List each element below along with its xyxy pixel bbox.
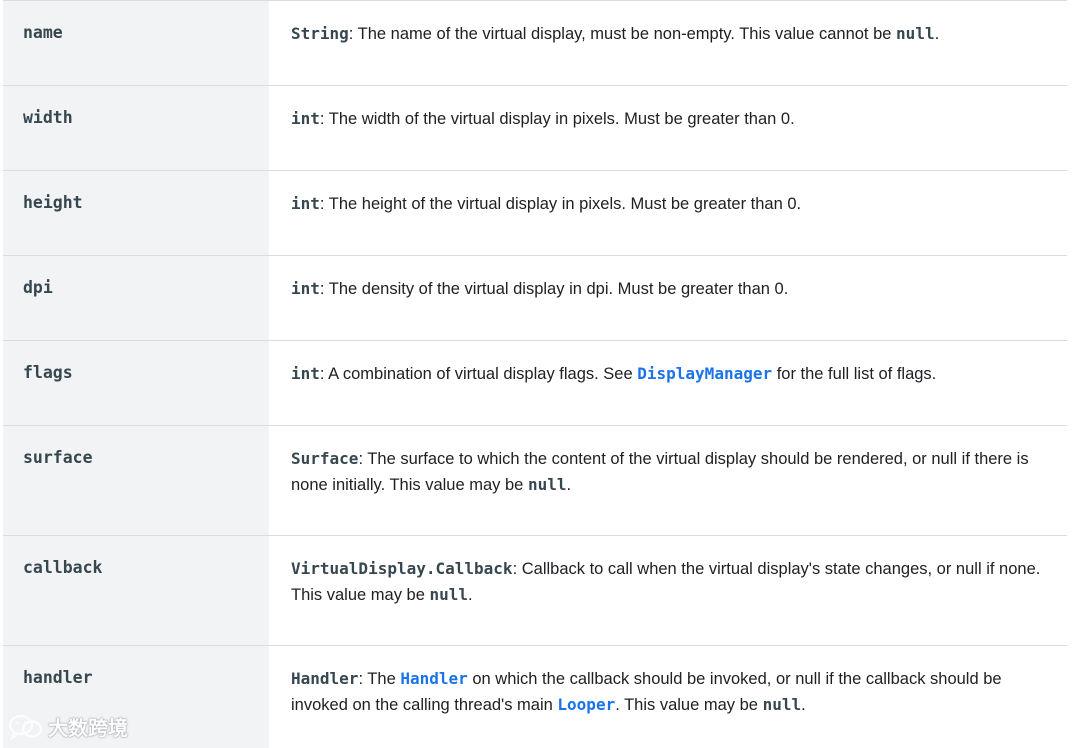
type-code: String (291, 24, 349, 43)
description-text: : The (358, 670, 401, 688)
null-code: null (527, 475, 567, 494)
type-code: int (291, 109, 320, 128)
description-text: . This value may be (615, 696, 763, 714)
param-description: int: The width of the virtual display in… (269, 86, 1067, 170)
param-row-surface: surface Surface: The surface to which th… (3, 426, 1067, 536)
param-name: dpi (3, 256, 269, 340)
null-code: null (762, 695, 802, 714)
description-text: : A combination of virtual display flags… (319, 365, 638, 383)
watermark: 大数跨境 (8, 712, 128, 741)
description-text: : The width of the virtual display in pi… (319, 110, 795, 128)
param-name: surface (3, 426, 269, 535)
param-description: Surface: The surface to which the conten… (269, 426, 1067, 535)
null-code: null (896, 24, 935, 43)
param-row-name: name String: The name of the virtual dis… (3, 1, 1067, 86)
param-row-callback: callback VirtualDisplay.Callback: Callba… (3, 536, 1067, 646)
param-description: Handler: The Handler on which the callba… (269, 646, 1067, 748)
param-name: flags (3, 341, 269, 425)
param-row-dpi: dpi int: The density of the virtual disp… (3, 256, 1067, 341)
watermark-text: 大数跨境 (48, 716, 128, 740)
description-text: . (801, 696, 806, 714)
param-name: width (3, 86, 269, 170)
param-row-handler: handler Handler: The Handler on which th… (3, 646, 1067, 748)
wechat-logo-icon (8, 714, 44, 740)
param-description: String: The name of the virtual display,… (269, 1, 1067, 85)
type-code: int (291, 364, 320, 383)
param-description: int: The density of the virtual display … (269, 256, 1067, 340)
type-code: VirtualDisplay.Callback (291, 559, 513, 578)
description-text: . (468, 586, 473, 604)
param-name: height (3, 171, 269, 255)
param-description: int: The height of the virtual display i… (269, 171, 1067, 255)
param-name: callback (3, 536, 269, 645)
type-code: Handler (291, 669, 359, 688)
handler-link[interactable]: Handler (400, 669, 467, 688)
param-row-width: width int: The width of the virtual disp… (3, 86, 1067, 171)
param-description: int: A combination of virtual display fl… (269, 341, 1067, 425)
description-text: : The name of the virtual display, must … (348, 25, 897, 43)
type-code: int (291, 194, 320, 213)
description-text: : The height of the virtual display in p… (319, 195, 802, 213)
null-code: null (429, 585, 469, 604)
param-row-flags: flags int: A combination of virtual disp… (3, 341, 1067, 426)
param-description: VirtualDisplay.Callback: Callback to cal… (269, 536, 1067, 645)
looper-link[interactable]: Looper (557, 695, 615, 714)
description-text: : The density of the virtual display in … (319, 280, 789, 298)
param-row-height: height int: The height of the virtual di… (3, 171, 1067, 256)
description-text: . (566, 476, 572, 494)
displaymanager-link[interactable]: DisplayManager (637, 364, 772, 383)
param-name: name (3, 1, 269, 85)
description-text: for the full list of flags. (772, 365, 937, 383)
type-code: int (291, 279, 320, 298)
parameters-table: name String: The name of the virtual dis… (3, 0, 1067, 748)
description-text: : The surface to which the content of th… (291, 450, 1029, 494)
type-code: Surface (291, 449, 359, 468)
description-text: . (934, 25, 940, 43)
